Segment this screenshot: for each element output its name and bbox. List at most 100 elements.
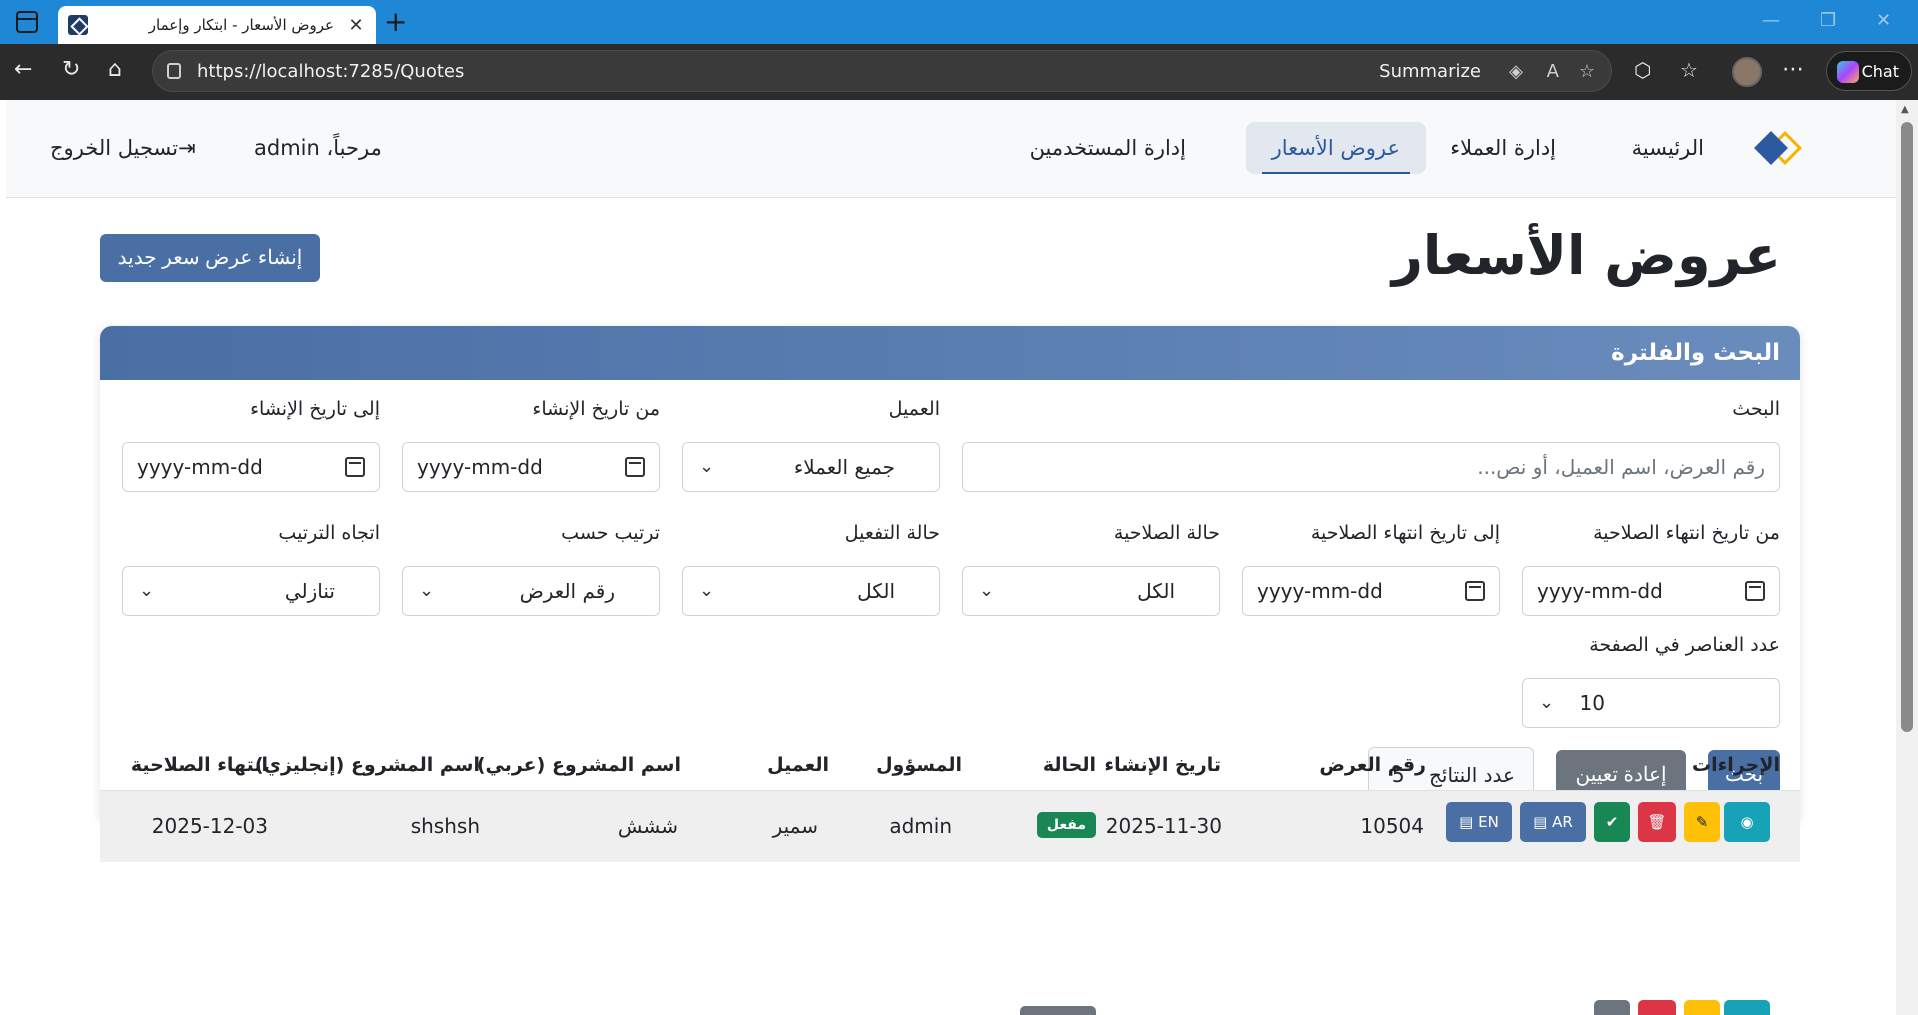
view-button[interactable]: [1724, 1000, 1770, 1015]
close-icon[interactable]: ✕: [344, 15, 368, 36]
scroll-up-icon[interactable]: ▲: [1901, 104, 1909, 115]
to-created-value: yyyy-mm-dd: [137, 455, 263, 479]
chevron-down-icon: ⌄: [979, 580, 995, 601]
th-quote-number: رقم العرض: [1319, 754, 1426, 776]
sort-by-value: رقم العرض: [519, 579, 615, 603]
calendar-icon[interactable]: [1465, 581, 1485, 601]
search-placeholder: رقم العرض، اسم العميل، أو نص...: [1477, 455, 1765, 479]
from-created-label: من تاريخ الإنشاء: [532, 398, 660, 420]
edit-icon: ✎: [1695, 813, 1709, 831]
cell-quote-number: 10504: [1360, 814, 1424, 838]
delete-button[interactable]: 🗑: [1638, 802, 1676, 842]
view-button[interactable]: ◉: [1724, 802, 1770, 842]
validity-value: الكل: [1137, 579, 1175, 603]
extensions-icon[interactable]: ⬡: [1634, 58, 1651, 82]
read-aloud-icon[interactable]: A: [1547, 61, 1559, 82]
validity-label: حالة الصلاحية: [1113, 522, 1220, 544]
window-close-icon[interactable]: ✕: [1876, 10, 1891, 31]
filter-card-header: البحث والفلترة: [100, 326, 1800, 380]
url-text: https://localhost:7285/Quotes: [197, 61, 465, 82]
validity-select[interactable]: الكل ⌄: [962, 566, 1220, 616]
scroll-thumb[interactable]: [1901, 122, 1913, 732]
refresh-icon[interactable]: ↻: [62, 58, 80, 82]
to-expiry-label: إلى تاريخ انتهاء الصلاحية: [1310, 522, 1500, 544]
nav-home[interactable]: الرئيسية: [1606, 122, 1730, 174]
sidebar-icon[interactable]: [16, 11, 38, 33]
status-badge: مفعل: [1036, 812, 1096, 838]
browser-tab[interactable]: عروض الأسعار - ابتكار وإعمار ✕: [58, 6, 376, 44]
to-expiry-date[interactable]: yyyy-mm-dd: [1242, 566, 1500, 616]
calendar-icon[interactable]: [345, 457, 365, 477]
nav-users[interactable]: إدارة المستخدمين: [1004, 122, 1212, 174]
page-scrollbar[interactable]: ▲: [1896, 100, 1918, 1015]
results-label: عدد النتائج: [1429, 763, 1515, 787]
th-actions: الإجراءات: [1691, 754, 1780, 776]
chat-button[interactable]: Chat: [1826, 51, 1912, 91]
calendar-icon[interactable]: [625, 457, 645, 477]
client-value: جميع العملاء: [793, 455, 895, 479]
site-logo[interactable]: [1751, 130, 1802, 166]
logout-icon: ⇥: [178, 136, 196, 160]
minimize-icon[interactable]: —: [1762, 10, 1780, 31]
to-created-date[interactable]: yyyy-mm-dd: [122, 442, 380, 492]
sort-dir-select[interactable]: تنازلي ⌄: [122, 566, 380, 616]
sort-dir-label: اتجاه الترتيب: [278, 522, 380, 544]
activate-button[interactable]: [1594, 1000, 1630, 1015]
more-icon[interactable]: ⋯: [1782, 58, 1804, 82]
lock-icon: [167, 63, 181, 79]
favorites-icon[interactable]: ☆: [1680, 58, 1698, 82]
chevron-down-icon: ⌄: [699, 580, 715, 601]
pdf-icon: ▤: [1533, 813, 1548, 831]
home-icon[interactable]: ⌂: [108, 58, 122, 82]
client-select[interactable]: جميع العملاء ⌄: [682, 442, 940, 492]
chevron-down-icon: ⌄: [699, 456, 715, 477]
logout-label: تسجيل الخروج: [50, 136, 179, 160]
search-label: البحث: [1732, 398, 1780, 420]
new-tab-button[interactable]: +: [384, 6, 407, 38]
site-navbar: الرئيسية إدارة العملاء عروض الأسعار إدار…: [6, 100, 1896, 198]
tab-favicon-icon: [68, 15, 88, 35]
trash-icon: 🗑: [1647, 813, 1667, 831]
cell-expiry: 2025-12-03: [151, 814, 268, 838]
activate-button[interactable]: ✔: [1594, 802, 1630, 842]
th-expiry: انتهاء الصلاحية: [130, 754, 268, 776]
from-created-value: yyyy-mm-dd: [417, 455, 543, 479]
pdf-ar-button[interactable]: AR ▤: [1520, 802, 1586, 842]
calendar-icon[interactable]: [1745, 581, 1765, 601]
logout-link[interactable]: ⇥تسجيل الخروج: [50, 136, 196, 160]
star-icon[interactable]: ☆: [1579, 61, 1595, 82]
address-bar[interactable]: https://localhost:7285/Quotes Summarize …: [152, 50, 1612, 92]
avatar[interactable]: [1732, 57, 1762, 87]
nav-quotes[interactable]: عروض الأسعار: [1245, 122, 1426, 174]
pdf-en-button[interactable]: EN ▤: [1446, 802, 1512, 842]
nav-clients[interactable]: إدارة العملاء: [1424, 122, 1582, 174]
chat-label: Chat: [1861, 61, 1899, 81]
chevron-down-icon: ⌄: [1539, 692, 1555, 713]
page-size-select[interactable]: 10 ⌄: [1522, 678, 1780, 728]
th-status: الحالة: [1042, 754, 1096, 776]
from-created-date[interactable]: yyyy-mm-dd: [402, 442, 660, 492]
tab-title: عروض الأسعار - ابتكار وإعمار: [148, 16, 334, 34]
sort-by-label: ترتيب حسب: [561, 522, 660, 544]
th-client: العميل: [767, 754, 829, 776]
from-expiry-date[interactable]: yyyy-mm-dd: [1522, 566, 1780, 616]
summarize-button[interactable]: Summarize: [1379, 61, 1481, 82]
edit-button[interactable]: [1684, 1000, 1720, 1015]
back-icon[interactable]: ←: [14, 58, 32, 82]
browser-titlebar: عروض الأسعار - ابتكار وإعمار ✕ + — ❐ ✕: [0, 0, 1918, 44]
th-created: تاريخ الإنشاء: [1104, 754, 1221, 776]
chevron-down-icon: ⌄: [139, 580, 155, 601]
copilot-icon[interactable]: ◈: [1509, 61, 1523, 82]
edit-button[interactable]: ✎: [1684, 802, 1720, 842]
to-expiry-value: yyyy-mm-dd: [1257, 579, 1383, 603]
cell-owner: admin: [889, 814, 952, 838]
maximize-icon[interactable]: ❐: [1820, 10, 1836, 31]
activation-label: حالة التفعيل: [844, 522, 940, 544]
delete-button[interactable]: [1638, 1000, 1676, 1015]
activation-select[interactable]: الكل ⌄: [682, 566, 940, 616]
from-expiry-label: من تاريخ انتهاء الصلاحية: [1593, 522, 1780, 544]
search-input[interactable]: رقم العرض، اسم العميل، أو نص...: [962, 442, 1780, 492]
browser-toolbar: ← ↻ ⌂ https://localhost:7285/Quotes Summ…: [0, 44, 1918, 100]
create-quote-button[interactable]: إنشاء عرض سعر جديد: [100, 234, 320, 282]
sort-by-select[interactable]: رقم العرض ⌄: [402, 566, 660, 616]
